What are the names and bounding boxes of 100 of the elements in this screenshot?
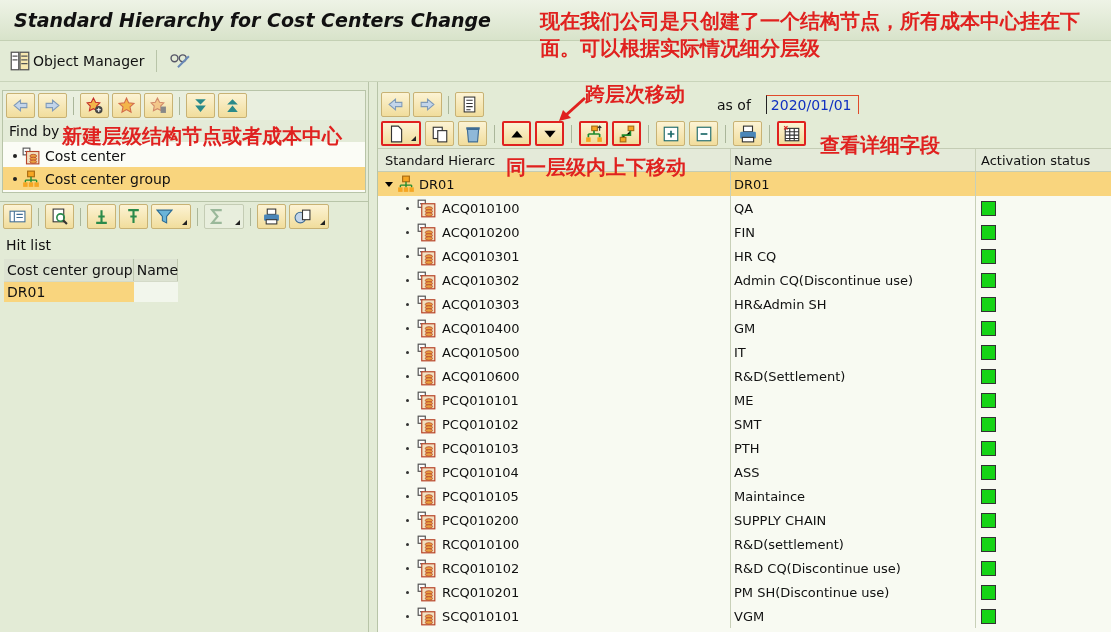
cost-center-icon (417, 438, 436, 458)
node-code[interactable]: DR01 (419, 176, 455, 192)
move-down-button[interactable] (535, 121, 564, 146)
tree-item[interactable]: Cost center group (3, 167, 365, 190)
filter-icon (156, 208, 173, 225)
node-code[interactable]: ACQ010301 (442, 248, 520, 264)
hierarchy-icon (584, 124, 603, 143)
collapse-button[interactable] (689, 121, 718, 146)
cost-center-icon (417, 342, 436, 362)
node-code[interactable]: PCQ010102 (442, 416, 519, 432)
cost-center-icon (417, 414, 436, 434)
column-header[interactable]: Activation status (975, 149, 1111, 171)
window-title: Standard Hierarchy for Cost Centers Change (14, 9, 491, 31)
node-name: R&D(settlement) (734, 536, 844, 552)
node-code[interactable]: RCQ010102 (442, 560, 520, 576)
node-code[interactable]: ACQ010303 (442, 296, 520, 312)
collapse-all-button[interactable] (218, 93, 247, 118)
copy-button[interactable] (425, 121, 454, 146)
cost-center-icon (417, 198, 436, 218)
forward-button[interactable] (38, 93, 67, 118)
hierarchy-icon (617, 124, 636, 143)
star-trash-icon (150, 97, 167, 114)
table-cell[interactable]: DR01 (4, 281, 134, 302)
caret-icon[interactable] (385, 180, 393, 188)
node-code[interactable]: PCQ010101 (442, 392, 519, 408)
node-name: PM SH(Discontinue use) (734, 584, 890, 600)
list-icon (9, 208, 26, 225)
create-button[interactable] (381, 121, 421, 146)
sort-descending-button[interactable] (119, 204, 148, 229)
back-button[interactable] (6, 93, 35, 118)
add-favorite-button[interactable] (80, 93, 109, 118)
plus-box-icon (661, 124, 680, 143)
node-code[interactable]: ACQ010400 (442, 320, 520, 336)
find-button[interactable] (45, 204, 74, 229)
filter-button[interactable] (151, 204, 191, 229)
node-name: QA (734, 200, 754, 216)
find-by-label: Find by (9, 123, 60, 139)
printer-icon (263, 208, 280, 225)
field-details-button[interactable] (777, 121, 806, 146)
expand-button[interactable] (656, 121, 685, 146)
node-name: SUPPLY CHAIN (734, 512, 827, 528)
node-code[interactable]: PCQ010104 (442, 464, 519, 480)
printer-icon (738, 124, 757, 143)
move-level-up-button[interactable] (579, 121, 608, 146)
cost-center-icon (22, 146, 40, 165)
cost-center-icon (417, 366, 436, 386)
node-code[interactable]: ACQ010200 (442, 224, 520, 240)
hit-list-label: Hit list (6, 237, 51, 253)
node-name: Admin CQ(Discontinue use) (734, 272, 914, 288)
sort-descending-icon (125, 208, 142, 225)
column-header[interactable]: Standard Hierarc (385, 152, 496, 168)
sort-ascending-icon (93, 208, 110, 225)
cost-center-icon (417, 318, 436, 338)
print-button[interactable] (733, 121, 762, 146)
node-code[interactable]: RCQ010201 (442, 584, 520, 600)
right-arrow-icon (44, 97, 61, 114)
column-header[interactable]: Name (133, 259, 178, 281)
annotation-arrow (557, 96, 587, 122)
node-code[interactable]: PCQ010103 (442, 440, 519, 456)
node-code[interactable]: SCQ010101 (442, 608, 520, 624)
panels-icon (10, 51, 30, 71)
cost-center-icon (417, 246, 436, 266)
left-arrow-icon (12, 97, 29, 114)
node-name: IT (734, 344, 746, 360)
delete-favorite-button[interactable] (144, 93, 173, 118)
export-button[interactable] (289, 204, 329, 229)
delete-button[interactable] (458, 121, 487, 146)
search-icon (51, 208, 68, 225)
node-code[interactable]: ACQ010600 (442, 368, 520, 384)
node-name: DR01 (734, 176, 770, 192)
print-button[interactable] (257, 204, 286, 229)
move-up-button[interactable] (502, 121, 531, 146)
node-code[interactable]: RCQ010100 (442, 536, 520, 552)
node-code[interactable]: ACQ010302 (442, 272, 520, 288)
node-code[interactable]: PCQ010200 (442, 512, 519, 528)
node-code[interactable]: ACQ010500 (442, 344, 520, 360)
node-name: HR CQ (734, 248, 777, 264)
cost-center-icon (417, 222, 436, 242)
node-name: R&D(Settlement) (734, 368, 846, 384)
column-header[interactable]: Cost center group (4, 259, 134, 281)
node-code[interactable]: ACQ010100 (442, 200, 520, 216)
cost-center-icon (417, 294, 436, 314)
sort-ascending-button[interactable] (87, 204, 116, 229)
node-name: FIN (734, 224, 756, 240)
cost-center-icon (417, 558, 436, 578)
table-icon (782, 124, 801, 143)
annotation-text: 新建层级结构节点或者成本中心 (62, 123, 342, 150)
node-name: R&D CQ(Discontinue use) (734, 560, 901, 576)
cost-center-icon (417, 390, 436, 410)
left-arrow-icon (387, 96, 404, 113)
checklist-button[interactable] (455, 92, 484, 117)
move-level-down-button[interactable] (612, 121, 641, 146)
cost-center-icon (417, 534, 436, 554)
details-button[interactable] (3, 204, 32, 229)
date-field[interactable]: 2020/01/01 (765, 95, 859, 114)
object-manager-button[interactable]: Object Manager (8, 49, 147, 73)
cost-center-icon (417, 606, 436, 626)
node-code[interactable]: PCQ010105 (442, 488, 519, 504)
checklist-icon (461, 96, 478, 113)
expand-all-button[interactable] (186, 93, 215, 118)
